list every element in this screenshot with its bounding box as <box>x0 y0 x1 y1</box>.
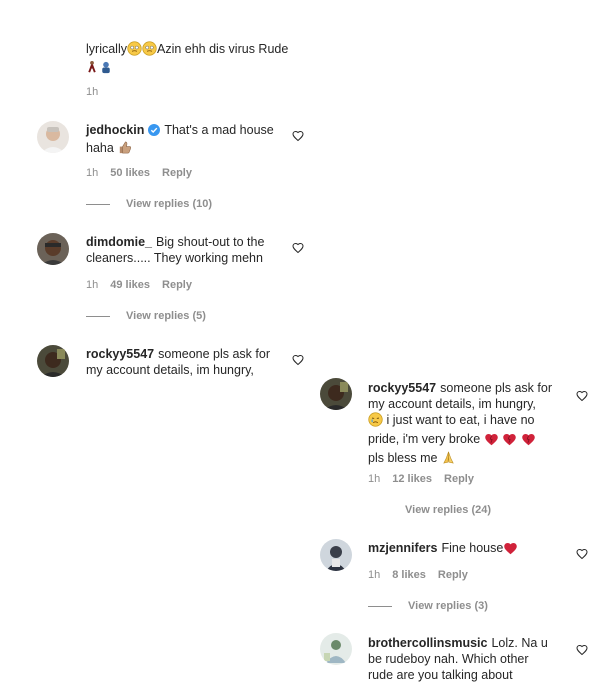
red-heart-emoji <box>503 541 518 559</box>
pleading-face-emoji <box>127 41 142 60</box>
heart-outline-icon[interactable] <box>576 643 588 656</box>
likes-count[interactable]: 12 likes <box>392 473 432 485</box>
avatar[interactable] <box>320 633 352 665</box>
dancing-emoji <box>98 60 114 79</box>
username-link[interactable]: rockyy5547 <box>368 381 436 395</box>
avatar[interactable] <box>37 121 69 153</box>
red-heart-emoji <box>521 432 536 450</box>
timestamp: 1h <box>368 473 381 485</box>
avatar[interactable] <box>320 378 352 410</box>
comment-meta: 1h 49 likes Reply <box>86 279 204 291</box>
view-replies-button[interactable]: View replies (5) <box>86 310 206 322</box>
divider-line <box>86 203 110 205</box>
comment-text: mzjennifers Fine house <box>368 540 568 559</box>
timestamp: 1h <box>86 167 99 179</box>
reply-button[interactable]: Reply <box>162 167 192 179</box>
reply-button[interactable]: Reply <box>162 279 192 291</box>
divider-line <box>368 605 392 607</box>
verified-badge-icon <box>148 124 161 140</box>
red-heart-emoji <box>502 432 517 450</box>
heart-outline-icon[interactable] <box>292 353 304 366</box>
comment-meta: 1h 50 likes Reply <box>86 167 204 179</box>
heart-outline-icon[interactable] <box>292 241 304 254</box>
username-link[interactable]: brothercollinsmusic <box>368 636 487 650</box>
comment-text: rockyy5547 someone pls ask for my account… <box>368 380 568 469</box>
heart-outline-icon[interactable] <box>292 129 304 142</box>
avatar[interactable] <box>37 233 69 265</box>
pleading-face-emoji <box>142 41 157 60</box>
view-replies-button[interactable]: View replies (24) <box>405 504 491 516</box>
timestamp: 1h <box>368 569 381 581</box>
reply-button[interactable]: Reply <box>444 473 474 485</box>
comments-panel: lyrically Azin ehh dis virus Rude 1h jedh… <box>0 0 600 700</box>
praying-hands-emoji <box>441 450 456 469</box>
comment-text: dimdomie_ Big shout-out to the cleaners..… <box>86 235 265 265</box>
username-link[interactable]: mzjennifers <box>368 541 437 555</box>
comment-meta: 1h <box>86 86 110 98</box>
likes-count[interactable]: 8 likes <box>392 569 426 581</box>
avatar[interactable] <box>37 345 69 377</box>
comment-text: lyrically Azin ehh dis virus Rude <box>86 41 316 79</box>
dancing-emoji <box>86 60 98 79</box>
username-link[interactable]: jedhockin <box>86 123 144 137</box>
timestamp: 1h <box>86 86 99 98</box>
crying-face-emoji <box>368 412 383 431</box>
username-link[interactable]: rockyy5547 <box>86 347 154 361</box>
heart-outline-icon[interactable] <box>576 547 588 560</box>
comment-meta: 1h 12 likes Reply <box>368 473 486 485</box>
timestamp: 1h <box>86 279 99 291</box>
comment-meta: 1h 8 likes Reply <box>368 569 480 581</box>
divider-line <box>86 315 110 317</box>
comment-text: rockyy5547 someone pls ask for my account… <box>86 347 270 377</box>
view-replies-button[interactable]: View replies (3) <box>368 600 488 612</box>
red-heart-emoji <box>484 432 499 450</box>
likes-count[interactable]: 49 likes <box>110 279 150 291</box>
avatar[interactable] <box>320 539 352 571</box>
heart-outline-icon[interactable] <box>576 389 588 402</box>
comment-text: brothercollinsmusic Lolz. Na u be rudeboy… <box>368 636 548 682</box>
likes-count[interactable]: 50 likes <box>110 167 150 179</box>
comment-text: jedhockin That's a mad house haha <box>86 122 286 159</box>
thumbs-up-emoji <box>117 140 132 159</box>
reply-button[interactable]: Reply <box>438 569 468 581</box>
view-replies-button[interactable]: View replies (10) <box>86 198 212 210</box>
username-link[interactable]: dimdomie_ <box>86 235 152 249</box>
